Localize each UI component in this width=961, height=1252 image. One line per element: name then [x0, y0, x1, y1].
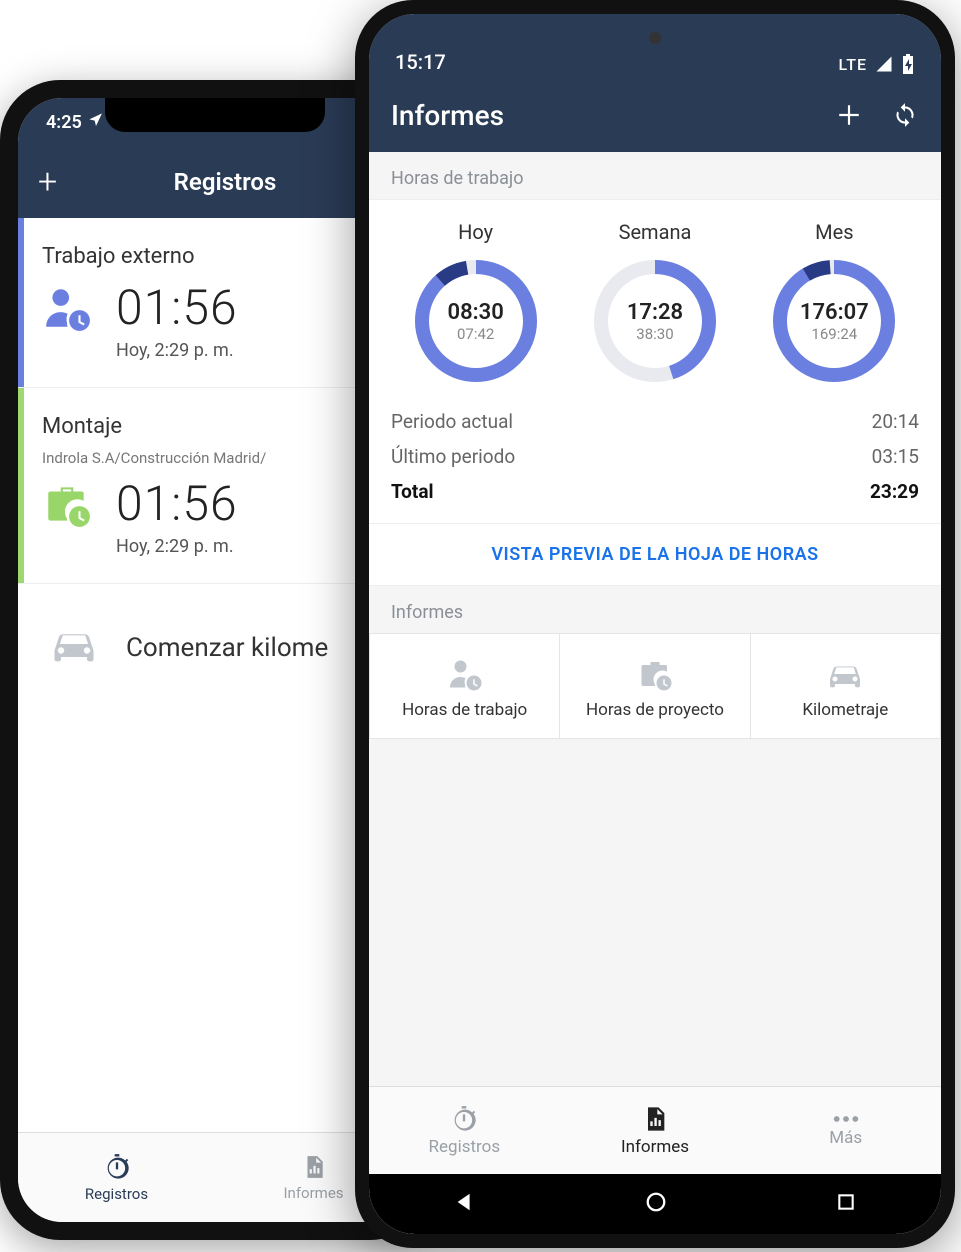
person-clock-icon	[42, 283, 92, 333]
sync-button[interactable]	[891, 101, 919, 129]
record-color-bar	[18, 388, 24, 583]
add-button[interactable]	[835, 101, 863, 129]
report-file-icon	[641, 1105, 669, 1133]
timesheet-preview-link[interactable]: VISTA PREVIA DE LA HOJA DE HORAS	[369, 524, 941, 586]
header-title: Registros	[58, 168, 392, 196]
car-icon	[48, 624, 100, 671]
android-camera	[649, 32, 661, 44]
records-list: Trabajo externo 01:56 Hoy, 2:29 p. m. Mo…	[18, 218, 412, 711]
gauge-semana[interactable]: Semana 17:2838:30	[570, 220, 739, 386]
start-mileage-label: Comenzar kilome	[126, 633, 328, 663]
record-color-bar	[18, 218, 24, 387]
tile-kilometraje[interactable]: Kilometraje	[751, 634, 940, 738]
location-icon	[88, 112, 104, 133]
record-item-montaje[interactable]: Montaje Indrola S.A/Construcción Madrid/…	[18, 388, 412, 584]
tab-mas[interactable]: Más	[750, 1087, 941, 1174]
iphone-bottom-tabs: Registros Informes	[18, 1132, 412, 1222]
tab-registros[interactable]: Registros	[369, 1087, 560, 1174]
record-time: 01:56	[116, 475, 238, 532]
android-status-bar: 15:17 LTE	[369, 14, 941, 78]
signal-icon	[875, 55, 893, 73]
battery-icon	[901, 54, 915, 74]
header-title: Informes	[391, 99, 835, 132]
status-time: 4:25	[46, 112, 82, 133]
nav-home-icon[interactable]	[645, 1191, 667, 1217]
record-meta: Hoy, 2:29 p. m.	[116, 340, 392, 361]
tile-horas-trabajo[interactable]: Horas de trabajo	[370, 634, 560, 738]
gauges-row: Hoy 08:3007:42 Semana 17:2838:30 Mes	[391, 220, 919, 386]
android-screen: 15:17 LTE Informes Horas de trabajo	[369, 14, 941, 1234]
stopwatch-icon	[103, 1153, 131, 1181]
car-icon	[759, 656, 932, 692]
person-clock-icon	[378, 656, 551, 692]
record-item-trabajo-externo[interactable]: Trabajo externo 01:56 Hoy, 2:29 p. m.	[18, 218, 412, 388]
tile-horas-proyecto[interactable]: Horas de proyecto	[560, 634, 750, 738]
tab-registros[interactable]: Registros	[18, 1133, 215, 1222]
period-stats: Periodo actual20:14 Último periodo03:15 …	[391, 404, 919, 509]
more-icon	[832, 1114, 860, 1124]
iphone-notch	[105, 98, 325, 132]
record-sublabel: Indrola S.A/Construcción Madrid/	[42, 449, 392, 467]
record-label: Montaje	[42, 414, 392, 439]
status-time: 15:17	[395, 50, 446, 74]
android-app-header: Informes	[369, 78, 941, 152]
stopwatch-icon	[450, 1105, 478, 1133]
gauge-hoy[interactable]: Hoy 08:3007:42	[391, 220, 560, 386]
report-file-icon	[301, 1154, 327, 1180]
spacer	[369, 739, 941, 1086]
android-device: 15:17 LTE Informes Horas de trabajo	[355, 0, 955, 1248]
android-bottom-tabs: Registros Informes Más	[369, 1086, 941, 1174]
briefcase-clock-icon	[568, 656, 741, 692]
briefcase-clock-icon	[42, 479, 92, 529]
section-label-work-hours: Horas de trabajo	[369, 152, 941, 199]
iphone-app-header: + Registros	[18, 146, 412, 218]
section-label-informes: Informes	[369, 586, 941, 633]
start-mileage-row[interactable]: Comenzar kilome	[18, 584, 412, 711]
network-label: LTE	[839, 55, 867, 74]
nav-back-icon[interactable]	[454, 1191, 476, 1217]
gauge-mes[interactable]: Mes 176:07169:24	[750, 220, 919, 386]
record-meta: Hoy, 2:29 p. m.	[116, 536, 392, 557]
android-system-nav	[369, 1174, 941, 1234]
nav-recents-icon[interactable]	[836, 1192, 856, 1216]
record-time: 01:56	[116, 279, 238, 336]
record-label: Trabajo externo	[42, 244, 392, 269]
tab-informes[interactable]: Informes	[560, 1087, 751, 1174]
summary-card: Hoy 08:3007:42 Semana 17:2838:30 Mes	[369, 199, 941, 524]
iphone-screen: 4:25 + Registros Trabajo externo 01:56 H…	[18, 98, 412, 1222]
report-tiles: Horas de trabajo Horas de proyecto Kilom…	[369, 633, 941, 739]
